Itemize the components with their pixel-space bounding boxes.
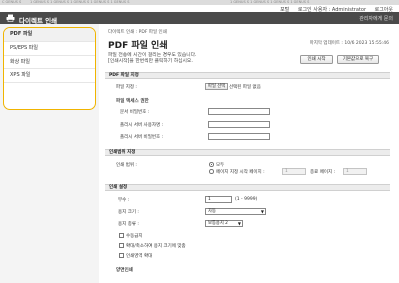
start-print-button[interactable]: 인쇄 시작 — [300, 55, 333, 64]
doc-password-field[interactable] — [208, 108, 270, 115]
end-page-field[interactable]: 1 — [343, 167, 367, 175]
top-strip-text: 1 GENUS S 1 GENUS S 1 GENUS S 1 GENUS S … — [30, 0, 130, 4]
description: 파일 전송에 시간이 걸리는 경우도 있습니다. [인쇄시작]을 한번씩만 클릭… — [108, 53, 197, 65]
paper-size-select[interactable]: 자동 ▼ — [205, 208, 266, 215]
no-file-text: 선택된 파일 없음 — [229, 85, 261, 90]
contact-admin-link[interactable]: 관리자에게 문의 — [359, 15, 393, 22]
paper-type-value: 보통용지 2 — [208, 221, 228, 226]
copies-field[interactable]: 1 — [205, 196, 232, 203]
copies-range-text: (1 - 9999) — [235, 197, 258, 202]
manual-feed-label: 수동급지 — [126, 233, 143, 239]
policy-user-field[interactable] — [208, 121, 270, 128]
header-bar: 다이렉트 인쇄 관리자에게 문의 — [0, 12, 399, 25]
range-pages-label: 페이지 지정 시작 페이지 : — [216, 169, 265, 175]
copies-label: 부수 : — [118, 198, 130, 203]
enlarge-area-label: 인쇄영역 확대 — [126, 253, 153, 259]
chevron-down-icon: ▼ — [260, 209, 264, 214]
section-header-file: PDF 파일 지정 — [105, 72, 390, 79]
last-updated-text: 마지막 업데이트 : 10/6 2023 15:55:46 — [309, 41, 389, 46]
top-strip-text: 1 GENUS S 1 GENUS S 1 GENUS S 1 GENUS S — [230, 0, 310, 4]
fit-to-paper-label: 확대/축소하여 용지 크기에 맞춤 — [126, 243, 186, 249]
paper-size-value: 자동 — [208, 209, 216, 214]
chevron-down-icon: ▼ — [237, 221, 241, 226]
sidebar-item-xps[interactable]: XPS 파일 — [4, 69, 95, 84]
app-title: 다이렉트 인쇄 — [19, 16, 58, 25]
page-title: PDF 파일 인쇄 — [108, 41, 168, 51]
start-page-field[interactable]: 1 — [282, 167, 306, 175]
paper-size-label: 용지 크기 : — [118, 210, 139, 215]
printer-icon — [6, 14, 15, 22]
range-pages-radio[interactable] — [209, 169, 214, 174]
paper-type-label: 용지 종류 : — [118, 222, 139, 227]
restore-defaults-button[interactable]: 기본값으로 복구 — [337, 55, 379, 64]
duplex-title: 양면인쇄 — [116, 268, 133, 273]
range-all-label: 모두 — [216, 162, 225, 168]
description-line: [인쇄시작]을 한번씩만 클릭하기 하십시오. — [108, 59, 193, 64]
file-select-label: 파일 지정 : — [116, 85, 137, 90]
end-page-label: 종료 페이지 : — [310, 169, 336, 175]
print-range-label: 인쇄 범위 : — [116, 163, 137, 168]
top-strip-text: C GENUS S — [2, 0, 22, 4]
policy-user-label: 폴리시 서버 사용자명 : — [120, 123, 164, 128]
breadcrumb[interactable]: 다이렉트 인쇄 : PDF 파일 인쇄 — [108, 29, 167, 35]
section-header-settings: 인쇄 설정 — [105, 184, 390, 191]
sidebar-item-ps-eps[interactable]: PS/EPS 파일 — [4, 42, 95, 56]
paper-type-select[interactable]: 보통용지 2 ▼ — [205, 220, 243, 227]
sidebar-item-pdf[interactable]: PDF 파일 — [4, 28, 95, 42]
policy-password-label: 폴리시 서버 비밀번호 : — [120, 135, 164, 140]
fit-to-paper-checkbox[interactable] — [119, 243, 124, 248]
choose-file-button[interactable]: 파일 선택 — [205, 83, 229, 90]
sidebar: PDF 파일 PS/EPS 파일 화상 파일 XPS 파일 — [0, 24, 99, 283]
manual-feed-checkbox[interactable] — [119, 233, 124, 238]
sidebar-item-image[interactable]: 화상 파일 — [4, 56, 95, 70]
doc-password-label: 문서 비밀번호 : — [120, 110, 150, 115]
enlarge-area-checkbox[interactable] — [119, 253, 124, 258]
policy-password-field[interactable] — [208, 133, 270, 140]
section-header-range: 인쇄범위 지정 — [105, 149, 390, 156]
file-access-title: 파일 액세스 권한 — [116, 99, 149, 104]
range-all-radio[interactable] — [209, 162, 214, 167]
sidebar-menu: PDF 파일 PS/EPS 파일 화상 파일 XPS 파일 — [3, 27, 96, 110]
main-content: 다이렉트 인쇄 : PDF 파일 인쇄 PDF 파일 인쇄 마지막 업데이트 :… — [99, 24, 399, 283]
